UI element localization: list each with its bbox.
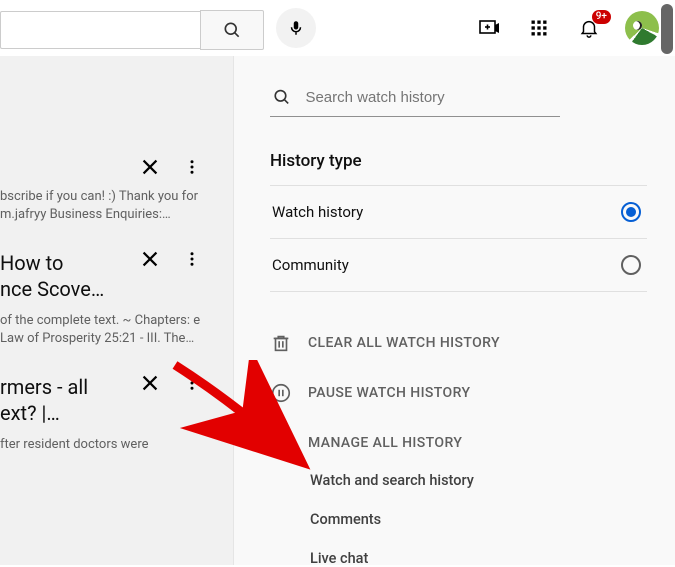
search-button[interactable] [200, 10, 264, 50]
notifications-button[interactable]: 9+ [575, 14, 603, 42]
action-label: CLEAR ALL WATCH HISTORY [308, 335, 500, 351]
create-button[interactable] [475, 14, 503, 42]
voice-search-button[interactable] [276, 8, 316, 48]
apps-icon [529, 18, 549, 38]
item-title: How to nce Scove… [0, 250, 104, 302]
item-title: rmers - all ext? |… [0, 374, 88, 426]
radio-unselected-icon [621, 255, 641, 275]
topbar: 9+ [0, 0, 675, 56]
item-menu-button[interactable] [183, 250, 201, 268]
item-description: of the complete text. ~ Chapters: e Law … [0, 312, 219, 348]
manage-sublinks: Watch and search history Comments Live c… [270, 472, 647, 567]
content: bscribe if you can! :) Thank you for m.j… [0, 56, 675, 565]
link-watch-search-history[interactable]: Watch and search history [310, 472, 647, 489]
apps-button[interactable] [525, 14, 553, 42]
mic-icon [287, 19, 305, 37]
history-search-input[interactable] [305, 89, 560, 106]
more-vert-icon [183, 374, 201, 392]
more-vert-icon [183, 250, 201, 268]
history-item: bscribe if you can! :) Thank you for m.j… [0, 146, 233, 238]
history-type-label: Watch history [272, 203, 363, 221]
notification-badge: 9+ [592, 10, 611, 24]
item-description: bscribe if you can! :) Thank you for m.j… [0, 188, 219, 224]
item-menu-button[interactable] [183, 374, 201, 392]
link-comments[interactable]: Comments [310, 511, 647, 528]
history-type-heading: History type [270, 151, 647, 171]
topbar-right: 9+ [475, 11, 659, 45]
pause-history-button[interactable]: PAUSE WATCH HISTORY [270, 368, 647, 418]
history-search[interactable] [270, 84, 560, 117]
avatar[interactable] [625, 11, 659, 45]
more-vert-icon [183, 158, 201, 176]
history-type-community[interactable]: Community [270, 239, 647, 292]
history-actions: CLEAR ALL WATCH HISTORY PAUSE WATCH HIST… [270, 318, 647, 567]
history-item: rmers - all ext? |… fter resident doctor… [0, 362, 233, 468]
search-icon [222, 20, 242, 40]
search-icon [272, 86, 291, 108]
page-scrollbar[interactable] [661, 4, 673, 54]
remove-item-button[interactable] [139, 372, 161, 394]
history-type-watch[interactable]: Watch history [270, 186, 647, 239]
history-item: How to nce Scove… of the complete text. … [0, 238, 233, 362]
radio-selected-icon [621, 202, 641, 222]
history-list: bscribe if you can! :) Thank you for m.j… [0, 56, 233, 565]
trash-icon [270, 332, 292, 354]
history-type-list: Watch history Community [270, 185, 647, 292]
close-icon [139, 372, 161, 394]
action-label: MANAGE ALL HISTORY [308, 435, 462, 451]
remove-item-button[interactable] [139, 248, 161, 270]
gear-icon [270, 432, 292, 454]
item-description: fter resident doctors were [0, 436, 219, 454]
clear-history-button[interactable]: CLEAR ALL WATCH HISTORY [270, 318, 647, 368]
create-icon [477, 16, 501, 40]
history-controls-panel: History type Watch history Community CLE… [233, 56, 675, 565]
link-live-chat[interactable]: Live chat [310, 550, 647, 567]
item-menu-button[interactable] [183, 158, 201, 176]
remove-item-button[interactable] [139, 156, 161, 178]
action-label: PAUSE WATCH HISTORY [308, 385, 470, 401]
history-type-label: Community [272, 256, 349, 274]
close-icon [139, 248, 161, 270]
pause-icon [270, 382, 292, 404]
global-search [0, 10, 264, 50]
manage-history-button[interactable]: MANAGE ALL HISTORY [270, 418, 647, 468]
search-input[interactable] [0, 11, 200, 49]
close-icon [139, 156, 161, 178]
